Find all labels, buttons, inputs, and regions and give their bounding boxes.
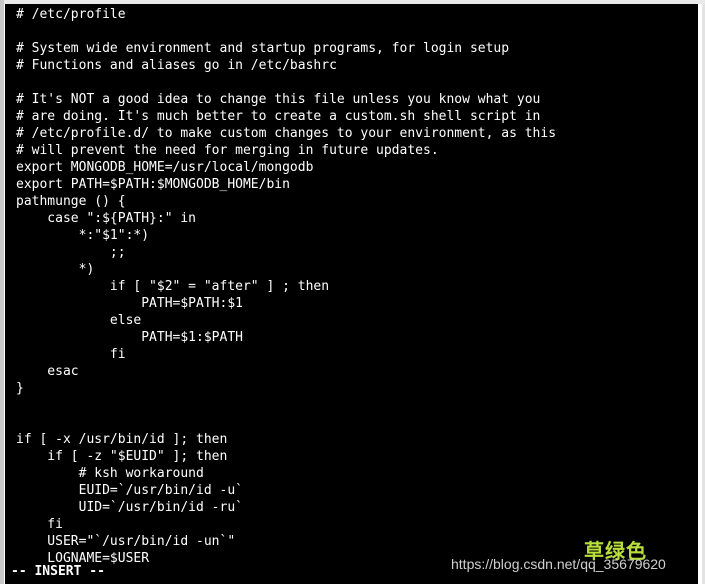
code-line: EUID=`/usr/bin/id -u` [16,483,243,498]
code-line: # System wide environment and startup pr… [16,41,510,56]
code-line: *) [16,262,95,277]
terminal-window[interactable]: # /etc/profile # System wide environment … [5,4,698,584]
code-line: if [ -z "$EUID" ]; then [16,449,228,464]
code-line: UID=`/usr/bin/id -ru` [16,500,243,515]
code-line: # /etc/profile.d/ to make custom changes… [16,126,557,141]
code-line: case ":${PATH}:" in [16,211,197,226]
code-line: PATH=$PATH:$1 [16,296,243,311]
code-line: if [ "$2" = "after" ] ; then [16,279,330,294]
code-line: # Functions and aliases go in /etc/bashr… [16,58,337,73]
code-line: *:"$1":*) [16,228,150,243]
code-line: PATH=$1:$PATH [16,330,243,345]
editor-buffer[interactable]: # /etc/profile # System wide environment … [16,6,556,567]
code-line: export MONGODB_HOME=/usr/local/mongodb [16,160,314,175]
code-line: # are doing. It's much better to create … [16,109,541,124]
code-line: # /etc/profile [16,7,126,22]
code-line: ;; [16,245,126,260]
watermark-url: https://blog.csdn.net/qq_35679620 [451,556,666,572]
vim-mode-indicator: -- INSERT -- [11,564,105,579]
code-line: fi [16,347,126,362]
code-line: export PATH=$PATH:$MONGODB_HOME/bin [16,177,290,192]
code-line: # It's NOT a good idea to change this fi… [16,92,541,107]
code-line: } [16,381,24,396]
code-line: else [16,313,142,328]
code-line: # ksh workaround [16,466,204,481]
window-left-gutter [0,0,4,584]
code-line: if [ -x /usr/bin/id ]; then [16,432,228,447]
code-line: pathmunge () { [16,194,126,209]
code-line: fi [16,517,63,532]
code-line: USER="`/usr/bin/id -un`" [16,534,236,549]
code-line: # will prevent the need for merging in f… [16,143,439,158]
code-line: esac [16,364,79,379]
